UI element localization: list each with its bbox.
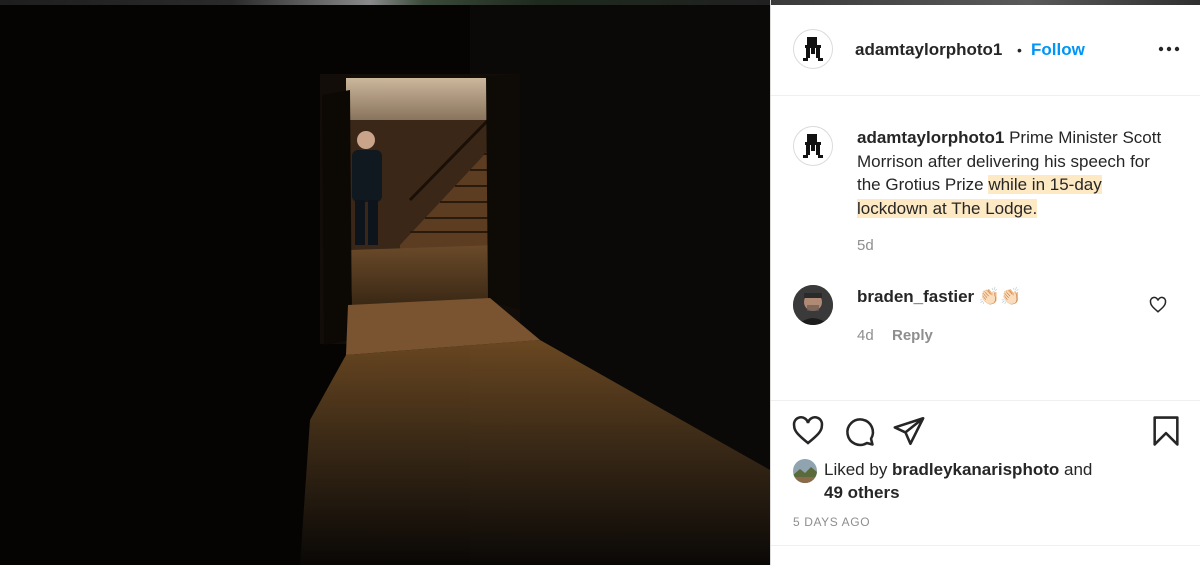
caption-username[interactable]: adamtaylorphoto1 [857, 128, 1004, 147]
comment-bubble-icon [846, 418, 875, 447]
liker-avatar[interactable] [793, 459, 817, 483]
likes-others[interactable]: 49 others [824, 483, 900, 502]
bookmark-icon [1153, 416, 1179, 446]
more-options-button[interactable] [1157, 39, 1181, 59]
more-dots-icon [1158, 46, 1180, 52]
caption-age[interactable]: 5d [857, 237, 874, 254]
like-button[interactable] [791, 414, 825, 448]
comment-like-button[interactable] [1149, 296, 1167, 314]
comment-emoji: 👏🏻👏🏻 [978, 287, 1022, 306]
post-side-panel: adamtaylorphoto1 • Follow adamtaylorphot [770, 0, 1200, 565]
heart-outline-icon [1149, 296, 1167, 313]
robot-logo-icon [803, 37, 823, 61]
post-photo[interactable] [0, 0, 770, 565]
paper-plane-icon [893, 416, 925, 446]
caption-text: adamtaylorphoto1 Prime Minister Scott Mo… [857, 126, 1177, 220]
likes-prefix: Liked by [824, 460, 893, 479]
likes-summary: Liked by bradleykanarisphoto and 49 other… [824, 458, 1154, 504]
comment-age[interactable]: 4d [857, 327, 874, 344]
likes-joiner: and [1059, 460, 1093, 479]
save-button[interactable] [1149, 414, 1183, 448]
liker-username[interactable]: bradleykanarisphoto [892, 460, 1059, 479]
author-username[interactable]: adamtaylorphoto1 [855, 40, 1002, 60]
share-button[interactable] [892, 414, 926, 448]
caption: adamtaylorphoto1 Prime Minister Scott Mo… [771, 96, 1200, 261]
reply-button[interactable]: Reply [892, 327, 933, 344]
photo-scene [0, 5, 770, 565]
robot-logo-icon [803, 134, 823, 158]
author-avatar[interactable] [793, 29, 833, 69]
post-header: adamtaylorphoto1 • Follow [771, 5, 1200, 96]
post-timestamp[interactable]: 5 DAYS AGO [793, 515, 870, 529]
comment: braden_fastier 👏🏻👏🏻 4d Reply [771, 270, 1200, 360]
comment-text: braden_fastier 👏🏻👏🏻 [857, 287, 1021, 307]
commenter-username[interactable]: braden_fastier [857, 287, 974, 306]
heart-icon [792, 416, 824, 445]
post-actions: Liked by bradleykanarisphoto and 49 other… [771, 400, 1200, 546]
bottom-divider [771, 545, 1200, 546]
header-separator: • [1017, 42, 1022, 58]
commenter-avatar[interactable] [793, 285, 833, 325]
follow-button[interactable]: Follow [1031, 40, 1085, 60]
landscape-photo-icon [793, 459, 817, 483]
caption-avatar[interactable] [793, 126, 833, 166]
person-photo-icon [793, 285, 833, 325]
comment-button[interactable] [842, 414, 876, 448]
